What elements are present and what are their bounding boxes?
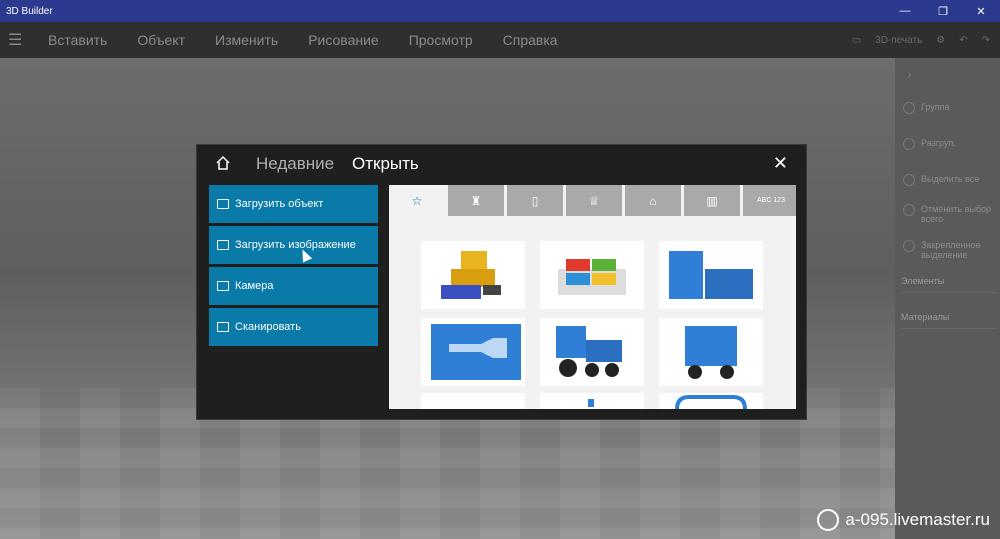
menu-insert[interactable]: Вставить [48,32,107,48]
watermark-text: a-095.livemaster.ru [845,510,990,529]
menu-edit[interactable]: Изменить [215,32,278,48]
thumb-bottle-mold[interactable] [421,318,525,386]
lock-selection-label: Закрепленное выделение [921,240,981,260]
thumb-train-engine[interactable] [540,318,644,386]
lock-icon [903,240,915,252]
tab-robots[interactable]: ♜ [448,185,504,216]
windows-logo-model [558,259,626,295]
action-list: Загрузить объект Загрузить изображение К… [209,185,378,349]
scan-icon [217,322,229,332]
deselect-all-item[interactable]: Отменить выбор всего [903,204,998,224]
watermark: a-095.livemaster.ru [817,509,990,531]
item-9-model [675,395,747,409]
minimize-button[interactable]: — [886,0,924,22]
group-label: Группа [921,102,950,112]
undo-icon[interactable]: ↶ [959,35,967,46]
group-icon [903,102,915,114]
menu-view[interactable]: Просмотр [409,32,473,48]
window-title: 3D Builder [6,5,53,17]
camera-button[interactable]: Камера [209,267,378,305]
window-controls: — ❐ ✕ [886,0,1000,22]
tag-icon: ▯ [531,193,539,208]
bottle-mold-model [431,324,521,380]
object-icon [217,199,229,209]
deselect-all-label: Отменить выбор всего [921,204,992,224]
phone-stand-model [669,251,753,299]
tab-tags[interactable]: ▯ [507,185,563,216]
section-elements[interactable]: Элементы [901,276,996,293]
model-gallery: ☆ ♜ ▯ ♕ ⌂ ▥ ABC 123 [389,185,796,409]
scan-label: Сканировать [235,321,301,333]
image-icon [217,240,229,250]
trophy-icon: ♕ [588,193,600,208]
home-icon[interactable] [215,155,231,171]
tab-buildings[interactable]: ▥ [684,185,740,216]
group-item[interactable]: Группа [903,102,998,114]
bulldozer-model [441,251,501,299]
tab-houses[interactable]: ⌂ [625,185,681,216]
camera-icon [217,281,229,291]
tab-trophies[interactable]: ♕ [566,185,622,216]
category-tabs: ☆ ♜ ▯ ♕ ⌂ ▥ ABC 123 [389,185,796,217]
train-engine-model [556,326,622,377]
thumb-item-8[interactable] [540,393,644,409]
gear-logo-icon [817,509,840,531]
thumb-item-9[interactable] [659,393,763,409]
toolbar-right: ▭ 3D-печать ⚙ ↶ ↷ [852,22,990,58]
ungroup-item[interactable]: Разгруп. [903,138,998,150]
tab-favorites[interactable]: ☆ [389,185,445,216]
ungroup-icon [903,138,915,150]
tab-text[interactable]: ABC 123 [743,185,796,216]
chevron-right-icon[interactable]: › [907,66,912,82]
load-image-button[interactable]: Загрузить изображение [209,226,378,264]
menu-paint[interactable]: Рисование [308,32,379,48]
select-all-label: Выделить все [921,174,980,184]
close-icon[interactable]: ✕ [773,153,788,174]
print-label[interactable]: 3D-печать [875,35,922,46]
scan-button[interactable]: Сканировать [209,308,378,346]
menu-bar: ☰ Вставить Объект Изменить Рисование Про… [0,22,1000,58]
hamburger-menu-icon[interactable]: ☰ [0,30,30,50]
item-8-model [588,399,594,407]
tab-open[interactable]: Открыть [352,154,419,174]
title-bar: 3D Builder — ❐ ✕ [0,0,1000,22]
menu-help[interactable]: Справка [503,32,558,48]
settings-icon[interactable]: ⚙ [936,35,945,46]
robot-icon: ♜ [470,193,482,208]
thumb-item-7[interactable] [421,393,525,409]
thumb-train-wagon[interactable] [659,318,763,386]
thumb-windows-logo[interactable] [540,241,644,309]
section-materials[interactable]: Материалы [901,312,996,329]
open-dialog: Недавние Открыть ✕ Загрузить объект Загр… [196,144,807,420]
menu-object[interactable]: Объект [137,32,185,48]
select-all-icon [903,174,915,186]
load-object-button[interactable]: Загрузить объект [209,185,378,223]
lock-selection-item[interactable]: Закрепленное выделение [903,240,998,260]
load-image-label: Загрузить изображение [235,239,356,251]
close-window-button[interactable]: ✕ [962,0,1000,22]
print-icon[interactable]: ▭ [852,35,861,46]
load-object-label: Загрузить объект [235,198,324,210]
restore-button[interactable]: ❐ [924,0,962,22]
select-all-item[interactable]: Выделить все [903,174,998,186]
buildings-icon: ▥ [706,193,718,208]
thumb-phone-stand[interactable] [659,241,763,309]
deselect-all-icon [903,204,915,216]
house-icon: ⌂ [649,193,657,208]
redo-icon[interactable]: ↷ [982,35,990,46]
tab-recent[interactable]: Недавние [256,154,334,174]
ungroup-label: Разгруп. [921,138,956,148]
camera-label: Камера [235,280,274,292]
right-panel: › Группа Разгруп. Выделить все Отменить … [895,58,1000,539]
text-icon: ABC 123 [756,197,786,204]
train-wagon-model [685,326,737,379]
star-icon: ☆ [411,193,423,208]
thumb-bulldozer[interactable] [421,241,525,309]
